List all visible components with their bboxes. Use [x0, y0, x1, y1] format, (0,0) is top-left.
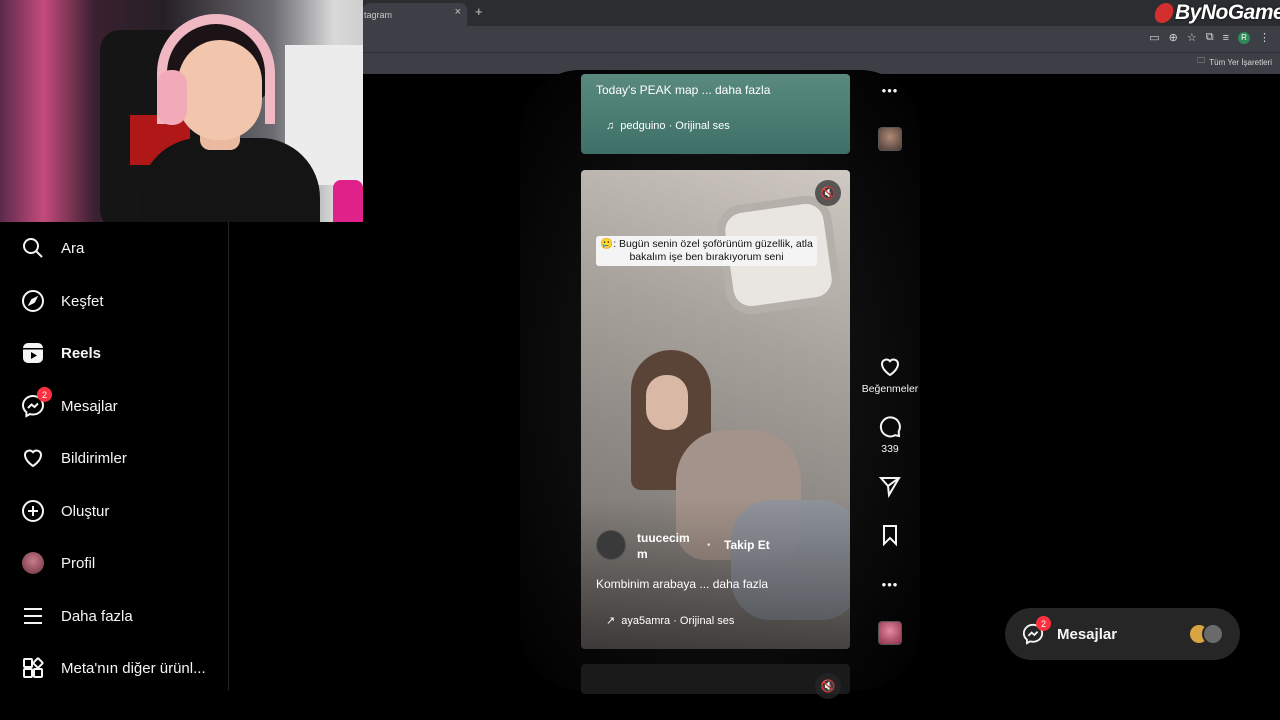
- bynogame-logo: ByNoGame: [1152, 1, 1280, 25]
- person-face: [646, 375, 688, 430]
- author-avatar[interactable]: [596, 530, 626, 560]
- new-tab-button[interactable]: +: [475, 4, 483, 19]
- menu-icon: [20, 603, 46, 629]
- browser-tab[interactable]: tagram ×: [363, 3, 467, 26]
- sidebar-item-label: Reels: [61, 344, 102, 362]
- reel-audio[interactable]: ↗ aya5amra · Orijinal ses: [606, 614, 735, 628]
- emoji-icon: 🥲: [600, 238, 614, 250]
- likes-label: Beğenmeler: [861, 383, 919, 395]
- sidebar-item-ara[interactable]: Ara: [20, 233, 84, 263]
- sidebar: Ara Keşfet Reels 2 Mesajlar Bildirimler …: [0, 222, 229, 690]
- reel-video[interactable]: [581, 664, 850, 694]
- author-name-line: tuucecim: [637, 531, 690, 545]
- messenger-icon: 2: [20, 387, 52, 419]
- profile-avatar[interactable]: R: [1238, 31, 1250, 44]
- page-scrollbar[interactable]: [1271, 74, 1280, 690]
- reel-audio-label: aya5amra · Orijinal ses: [621, 614, 735, 627]
- audio-thumbnail[interactable]: [878, 621, 902, 645]
- music-note-icon: ♫: [606, 120, 615, 132]
- sidebar-item-daha-fazla[interactable]: Daha fazla: [20, 601, 133, 631]
- compass-icon: [20, 288, 46, 314]
- folder-icon: 🗀: [1197, 56, 1206, 65]
- sidebar-item-bildirimler[interactable]: Bildirimler: [20, 443, 127, 473]
- mute-icon[interactable]: 🔇: [815, 673, 841, 699]
- sidebar-item-label: Oluştur: [61, 502, 110, 520]
- sidebar-item-label: Keşfet: [61, 292, 104, 310]
- like-icon[interactable]: [876, 353, 904, 381]
- trend-arrow-icon: ↗: [606, 615, 616, 627]
- browser-menu-icon[interactable]: ⋮: [1259, 31, 1270, 44]
- search-icon: [20, 235, 46, 261]
- logo-mark-icon: [1152, 3, 1176, 23]
- author-name-line: m: [637, 547, 648, 561]
- sidebar-item-label: Profil: [61, 554, 96, 572]
- video-overlay-text: : Bugün senin özel şoförünüm güzellik, a…: [613, 238, 813, 263]
- address-bar[interactable]: [363, 26, 1280, 52]
- tab-close-button[interactable]: ×: [455, 6, 461, 18]
- media-icon[interactable]: ≡: [1223, 32, 1229, 44]
- separator: •: [707, 540, 711, 551]
- sidebar-item-meta-products[interactable]: Meta'nın diğer ürünl...: [20, 653, 206, 683]
- browser-toolbar: ▭ ⊕ ☆ ⧉ ≡ R ⋮: [1149, 31, 1270, 44]
- sidebar-item-label: Bildirimler: [61, 449, 127, 467]
- more-options-icon[interactable]: •••: [876, 76, 904, 104]
- author-name[interactable]: tuucecim m: [637, 530, 697, 562]
- messages-badge: 2: [37, 387, 52, 402]
- messages-label: Mesajlar: [1057, 625, 1118, 643]
- tab-title: tagram: [364, 9, 393, 20]
- reel-caption[interactable]: Today's PEAK map ... daha fazla: [596, 83, 770, 97]
- star-icon[interactable]: ☆: [1187, 31, 1197, 44]
- messenger-icon: 2: [1021, 616, 1051, 646]
- sidebar-item-label: Ara: [61, 239, 85, 257]
- browser-tabbar: [363, 0, 1280, 26]
- reel-audio-label: pedguino · Orijinal ses: [620, 120, 730, 132]
- heart-icon: [20, 445, 46, 471]
- streamer-shirt: [140, 138, 320, 222]
- comment-icon[interactable]: [876, 413, 904, 441]
- audio-thumbnail[interactable]: [878, 127, 902, 151]
- recent-contacts: [1188, 623, 1224, 645]
- reel-caption[interactable]: Kombinim arabaya ... daha fazla: [596, 577, 768, 591]
- sidebar-divider: [228, 222, 229, 690]
- comments-count: 339: [881, 443, 899, 455]
- sidebar-item-label: Daha fazla: [61, 607, 133, 625]
- sidebar-item-kesfet[interactable]: Keşfet: [20, 286, 104, 316]
- cast-icon[interactable]: ▭: [1149, 31, 1159, 44]
- all-bookmarks-label: Tüm Yer İşaretleri: [1209, 57, 1272, 67]
- all-bookmarks[interactable]: 🗀 Tüm Yer İşaretleri: [1197, 55, 1272, 69]
- reels-icon: [20, 340, 46, 366]
- sidebar-item-olustur[interactable]: Oluştur: [20, 496, 109, 526]
- profile-avatar-image: [22, 552, 44, 574]
- logo-text: ByNoGame: [1175, 1, 1280, 24]
- reel-audio[interactable]: ♫ pedguino · Orijinal ses: [606, 120, 730, 132]
- plus-square-icon: [20, 498, 46, 524]
- follow-button[interactable]: Takip Et: [724, 538, 770, 552]
- apps-icon: [20, 655, 46, 681]
- video-text-overlay: 🥲: Bugün senin özel şoförünüm güzellik, …: [596, 236, 817, 266]
- sidebar-item-profil[interactable]: Profil: [20, 548, 95, 578]
- headphone-earcup: [157, 70, 187, 125]
- webcam-overlay: [0, 0, 363, 222]
- share-icon[interactable]: [876, 472, 904, 500]
- zoom-icon[interactable]: ⊕: [1169, 31, 1178, 44]
- contact-avatar: [1202, 623, 1224, 645]
- extensions-icon[interactable]: ⧉: [1206, 31, 1214, 44]
- sidebar-item-label: Meta'nın diğer ürünl...: [61, 659, 206, 677]
- messages-button[interactable]: 2 Mesajlar: [1005, 608, 1240, 660]
- mute-icon[interactable]: 🔇: [815, 180, 841, 206]
- sidebar-item-mesajlar[interactable]: 2 Mesajlar: [20, 387, 118, 421]
- messages-badge: 2: [1036, 616, 1051, 631]
- microphone: [333, 180, 363, 222]
- save-icon[interactable]: [876, 521, 904, 549]
- sidebar-item-reels[interactable]: Reels: [20, 338, 101, 368]
- more-options-icon[interactable]: •••: [876, 570, 904, 598]
- avatar: [20, 550, 46, 576]
- sidebar-item-label: Mesajlar: [61, 397, 118, 415]
